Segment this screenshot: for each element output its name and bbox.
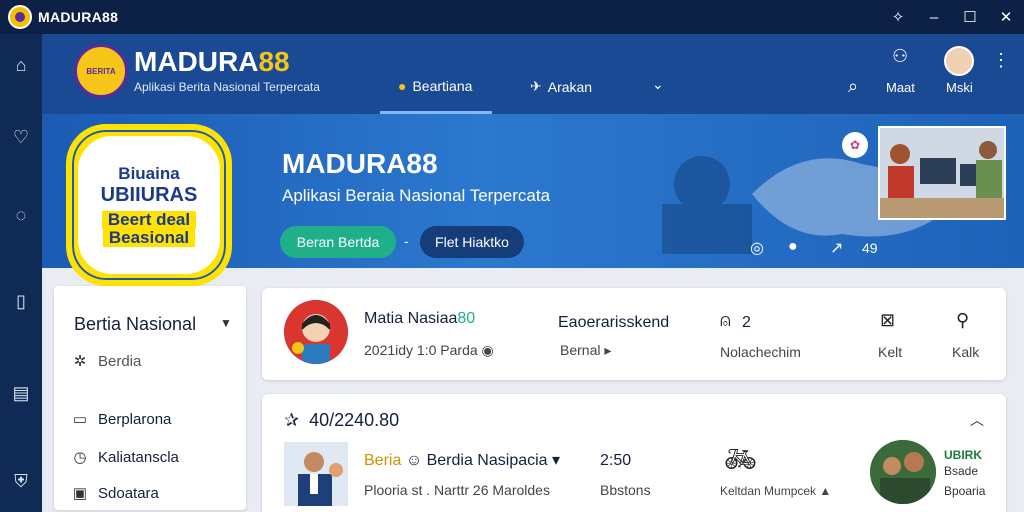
news-list-card: ✰ 40/2240.80 ︿ Beria ☺ Berdia Nasipacia … — [262, 394, 1006, 512]
side-label-2: Bsade — [944, 464, 979, 478]
secondary-cta-button[interactable]: Flet Hiaktko — [420, 226, 524, 258]
bookmark-icon[interactable]: ▯ — [0, 284, 42, 318]
location-pin-icon[interactable]: ✿ — [842, 132, 868, 158]
primary-cta-button[interactable]: Beran Bertda — [280, 226, 396, 258]
info-icon[interactable]: ● — [788, 238, 798, 256]
side-label-1: UBIRK — [944, 448, 982, 462]
profile-label: Mski — [946, 80, 973, 95]
lock-icon[interactable]: ⛨ — [0, 464, 42, 498]
brand-badge: BERITA — [74, 44, 128, 98]
card-col1-title: Eaoerarisskend — [558, 314, 670, 331]
title-bar: MADURA88 ✧ – ☐ ✕ — [0, 0, 1024, 34]
sparkle-icon: ✲ — [73, 353, 87, 370]
left-rail: ⌂ ♡ ◌ ▯ ▤ ⛨ — [0, 34, 42, 512]
chevron-up-icon[interactable]: ︿ — [970, 410, 984, 430]
caret-down-icon[interactable]: ▼ — [220, 316, 232, 330]
side-label-3: Bpoaria — [944, 484, 986, 498]
category-sidebar: Bertia Nasional ▼ ✲ Berdia ▭ Berplarona … — [54, 286, 246, 510]
heart-icon[interactable]: ♡ — [0, 120, 42, 154]
sidebar-item-berplarona[interactable]: ▭ Berplarona — [72, 410, 171, 429]
news-thumbnail — [284, 442, 348, 506]
list-item-title[interactable]: Beria ☺ Berdia Nasipacia ▾ — [364, 450, 560, 470]
card-col1-sub: Bernal ▸ — [560, 342, 612, 358]
chevron-down-icon[interactable]: ⌄ — [652, 76, 664, 93]
star-icon: ✰ — [284, 410, 300, 430]
list-heading: ✰ 40/2240.80 — [284, 410, 400, 430]
tab-beartiana[interactable]: ● Beartiana — [398, 78, 472, 94]
app-logo-icon — [8, 5, 32, 29]
plane-icon: ✈ — [530, 78, 542, 94]
bell-icon[interactable]: ⍝ — [720, 310, 731, 331]
avatar[interactable] — [944, 46, 974, 76]
brand-title: MADURA88 — [134, 46, 290, 77]
users-icon[interactable]: ⚇ — [892, 46, 908, 67]
list-item-meta: Plooria st . Narttr 26 Maroldes — [364, 482, 550, 498]
banner-subtitle: Aplikasi Beraia Nasional Terpercata — [282, 186, 551, 205]
author-avatar — [284, 300, 348, 364]
bell-icon[interactable]: ◌ — [0, 198, 42, 232]
tab-arakan[interactable]: ✈ Arakan — [530, 78, 592, 95]
search-icon[interactable]: ⌕ — [848, 76, 858, 97]
user-icon[interactable]: ⚲ — [956, 310, 969, 331]
doc-icon: ▭ — [72, 411, 88, 428]
window-controls: ✧ – ☐ ✕ — [880, 0, 1024, 34]
close-button[interactable]: ✕ — [988, 0, 1024, 34]
app-header: BERITA MADURA88 Aplikasi Berita Nasional… — [42, 34, 1024, 114]
card-col2-title: 2 — [742, 314, 751, 331]
calendar-icon[interactable]: ▤ — [0, 376, 42, 410]
share-icon[interactable]: ↗ — [830, 238, 843, 258]
sidebar-item-kaliatanscla[interactable]: ◷ Kaliatanscla — [72, 448, 178, 467]
sidebar-item-sdoatara[interactable]: ▣ Sdoatara — [72, 484, 159, 503]
window-title: MADURA88 — [38, 9, 119, 25]
more-icon[interactable]: ⋮ — [992, 50, 1010, 71]
cta-separator: - — [404, 233, 409, 249]
card-col2-sub: Nolachechim — [720, 344, 801, 360]
sidebar-item-berdia[interactable]: ✲ Berdia — [72, 352, 142, 371]
clock-icon: ◷ — [73, 449, 87, 466]
promo-badge[interactable]: Biuaina UBIIURAS Beert deal Beasional — [66, 124, 232, 286]
card-date: 2021idy 1:0 Parda ◉ — [364, 342, 494, 358]
banner-photo — [878, 126, 1006, 220]
list-item-time-sub: Bbstons — [600, 482, 651, 498]
person-icon: ● — [398, 78, 407, 94]
banner-title: MADURA88 — [282, 148, 438, 179]
home-icon[interactable]: ⌂ — [0, 48, 42, 82]
arrow-right-icon: ▸ — [604, 342, 612, 358]
group-avatar — [870, 440, 936, 504]
inbox-icon[interactable]: ⊠ — [880, 310, 895, 331]
bicycle-icon: 🚲︎ — [724, 444, 758, 474]
minimize-button[interactable]: – — [916, 0, 952, 34]
bike-label: Keltdan Mumpcek ▲ — [720, 484, 832, 498]
lock-icon: ▲ — [819, 484, 832, 498]
pin-icon[interactable]: ✧ — [880, 0, 916, 34]
users-label: Maat — [886, 80, 915, 95]
list-item-time: 2:50 — [600, 452, 632, 469]
brand-tagline: Aplikasi Berita Nasional Terpercata — [134, 80, 320, 94]
play-icon[interactable]: ◎ — [750, 238, 764, 258]
sidebar-heading[interactable]: Bertia Nasional — [74, 314, 196, 335]
image-icon: ▣ — [72, 485, 88, 502]
smile-icon: ☺ — [405, 452, 423, 469]
maximize-button[interactable]: ☐ — [952, 0, 988, 34]
banner-count: 49 — [862, 240, 878, 256]
action-kelt[interactable]: Kelt — [878, 344, 902, 360]
card-title: Matia Nasiaa80 — [364, 310, 476, 327]
toggle-icon: ◉ — [481, 342, 494, 358]
action-kalk[interactable]: Kalk — [952, 344, 979, 360]
news-card[interactable]: Matia Nasiaa80 2021idy 1:0 Parda ◉ Eaoer… — [262, 288, 1006, 380]
